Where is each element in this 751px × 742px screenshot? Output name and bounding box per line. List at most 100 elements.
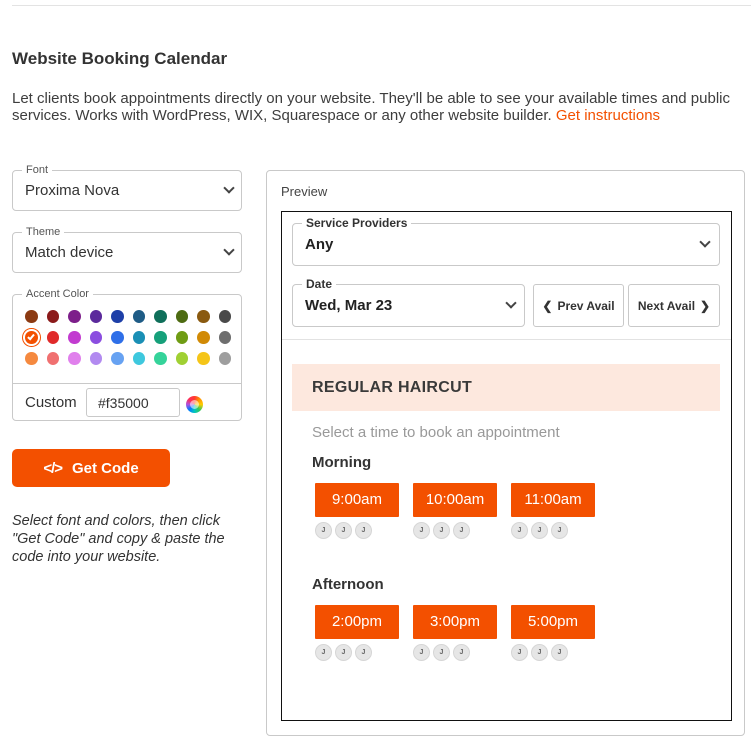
color-swatch[interactable] — [197, 310, 210, 323]
accent-color-label: Accent Color — [22, 287, 93, 301]
color-swatch[interactable] — [197, 331, 210, 344]
color-swatch[interactable] — [154, 352, 167, 365]
prev-avail-button[interactable]: ❮ Prev Avail — [533, 284, 624, 327]
provider-avatars: JJJ — [413, 644, 470, 661]
color-swatch[interactable] — [132, 310, 145, 323]
avatar: J — [355, 522, 372, 539]
color-swatch[interactable] — [25, 331, 38, 344]
color-swatch[interactable] — [175, 310, 188, 323]
preview-label: Preview — [281, 184, 328, 199]
font-label: Font — [22, 163, 53, 177]
service-providers-select[interactable]: Service Providers Any — [292, 216, 720, 266]
prev-avail-label: Prev Avail — [557, 298, 615, 313]
color-swatch[interactable] — [197, 352, 210, 365]
color-swatch[interactable] — [175, 352, 188, 365]
avatar: J — [355, 644, 372, 661]
color-swatch[interactable] — [175, 331, 188, 344]
color-swatch[interactable] — [46, 352, 59, 365]
color-swatch[interactable] — [68, 310, 81, 323]
color-swatch[interactable] — [25, 310, 38, 323]
avatar: J — [511, 522, 528, 539]
accent-color-panel: Accent Color Custom — [12, 287, 242, 421]
color-swatch[interactable] — [154, 331, 167, 344]
next-avail-button[interactable]: Next Avail ❯ — [628, 284, 720, 327]
font-value: Proxima Nova — [25, 182, 120, 199]
page-title: Website Booking Calendar — [12, 49, 228, 68]
time-slot-button[interactable]: 9:00am — [315, 483, 399, 517]
color-swatch[interactable] — [46, 310, 59, 323]
color-swatch[interactable] — [218, 331, 231, 344]
font-select[interactable]: Font Proxima Nova — [12, 163, 242, 211]
color-swatch[interactable] — [218, 352, 231, 365]
code-icon: </> — [43, 459, 63, 477]
top-divider — [12, 5, 751, 6]
date-value: Wed, Mar 23 — [305, 297, 393, 314]
time-slot-button[interactable]: 10:00am — [413, 483, 497, 517]
color-swatch[interactable] — [111, 352, 124, 365]
provider-avatars: JJJ — [315, 644, 372, 661]
booking-hint: Select a time to book an appointment — [312, 424, 560, 441]
time-slot-button[interactable]: 3:00pm — [413, 605, 497, 639]
swatch-row — [25, 331, 231, 344]
check-icon — [27, 332, 35, 341]
avatar: J — [531, 644, 548, 661]
avatar: J — [413, 522, 430, 539]
avatar: J — [413, 644, 430, 661]
provider-avatars: JJJ — [511, 522, 568, 539]
time-slot-button[interactable]: 2:00pm — [315, 605, 399, 639]
theme-value: Match device — [25, 244, 114, 261]
service-banner: REGULAR HAIRCUT — [292, 364, 720, 411]
avatar: J — [433, 644, 450, 661]
color-swatch[interactable] — [111, 331, 124, 344]
time-slot-button[interactable]: 5:00pm — [511, 605, 595, 639]
get-instructions-link[interactable]: Get instructions — [556, 107, 660, 124]
booking-widget-preview: Service Providers Any Date Wed, Mar 23 ❮… — [281, 211, 732, 721]
get-code-label: Get Code — [72, 459, 139, 477]
service-name: REGULAR HAIRCUT — [312, 379, 473, 396]
avatar: J — [315, 522, 332, 539]
avatar: J — [453, 522, 470, 539]
swatch-row — [25, 310, 231, 323]
avatar: J — [335, 522, 352, 539]
service-providers-value: Any — [305, 236, 334, 253]
avatar: J — [453, 644, 470, 661]
avatar: J — [511, 644, 528, 661]
swatch-row — [25, 352, 231, 365]
date-select[interactable]: Date Wed, Mar 23 — [292, 277, 525, 327]
avatar: J — [315, 644, 332, 661]
time-slot-button[interactable]: 11:00am — [511, 483, 595, 517]
color-swatch[interactable] — [89, 310, 102, 323]
get-code-button[interactable]: </> Get Code — [12, 449, 170, 487]
theme-label: Theme — [22, 225, 65, 239]
color-swatch[interactable] — [111, 310, 124, 323]
chevron-left-icon: ❮ — [542, 298, 553, 313]
chevron-down-icon — [699, 236, 711, 248]
color-wheel-icon[interactable] — [186, 396, 203, 413]
color-swatch[interactable] — [132, 352, 145, 365]
avatar: J — [551, 522, 568, 539]
instructions-text: Select font and colors, then click "Get … — [12, 513, 225, 565]
color-swatch-grid — [25, 310, 231, 373]
color-swatch[interactable] — [25, 352, 38, 365]
avatar: J — [335, 644, 352, 661]
provider-avatars: JJJ — [413, 522, 470, 539]
page-description: Let clients book appointments directly o… — [12, 90, 747, 124]
provider-avatars: JJJ — [315, 522, 372, 539]
date-label: Date — [302, 277, 337, 291]
color-swatch[interactable] — [46, 331, 59, 344]
color-swatch[interactable] — [89, 352, 102, 365]
color-swatch[interactable] — [68, 331, 81, 344]
custom-color-input[interactable] — [86, 388, 180, 417]
chevron-down-icon — [505, 297, 517, 309]
section-divider — [282, 339, 731, 340]
chevron-right-icon: ❯ — [700, 298, 711, 313]
color-swatch[interactable] — [218, 310, 231, 323]
color-swatch[interactable] — [132, 331, 145, 344]
custom-color-row: Custom — [13, 383, 241, 421]
avatar: J — [433, 522, 450, 539]
theme-select[interactable]: Theme Match device — [12, 225, 242, 273]
morning-title: Morning — [312, 454, 372, 471]
color-swatch[interactable] — [68, 352, 81, 365]
color-swatch[interactable] — [89, 331, 102, 344]
color-swatch[interactable] — [154, 310, 167, 323]
